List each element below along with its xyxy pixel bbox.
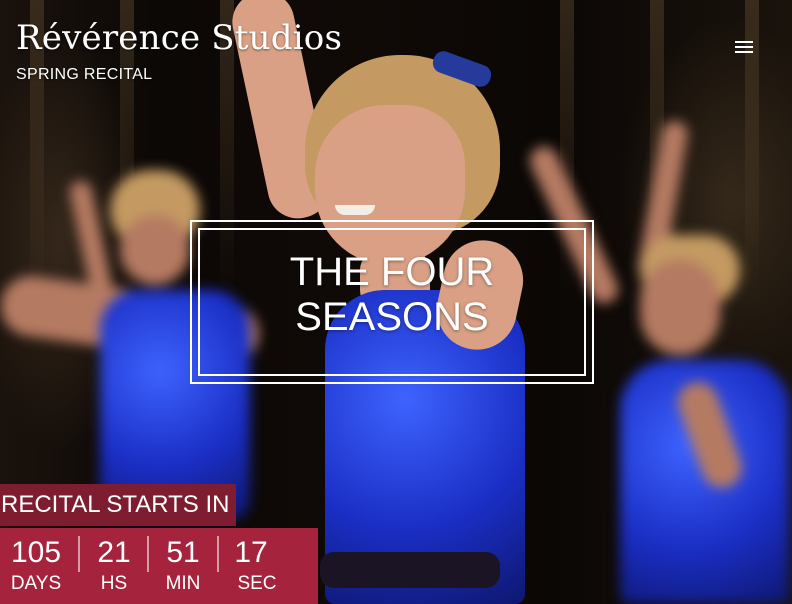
brand-logo-title[interactable]: Révérence Studios	[16, 18, 342, 58]
page-subtitle: SPRING RECITAL	[16, 66, 153, 83]
countdown-timer: 105 DAYS 21 HS 51 MIN 17 SEC	[0, 528, 318, 604]
countdown-seconds: 17 SEC	[220, 528, 288, 604]
countdown-hours-label: HS	[100, 573, 128, 594]
countdown-days-label: DAYS	[10, 573, 62, 594]
countdown-days-value: 105	[10, 536, 62, 569]
countdown-divider	[78, 536, 80, 572]
countdown-hours-value: 21	[97, 536, 131, 569]
countdown-seconds-label: SEC	[237, 573, 277, 594]
countdown-minutes-value: 51	[166, 536, 200, 569]
countdown-days: 105 DAYS	[2, 528, 70, 604]
countdown-seconds-value: 17	[234, 536, 268, 569]
hero-title-line-1: THE FOUR	[289, 250, 495, 294]
countdown-divider	[147, 536, 149, 572]
menu-button[interactable]	[728, 34, 760, 60]
countdown-hours: 21 HS	[82, 528, 146, 604]
hero-title: THE FOUR SEASONS	[198, 250, 586, 340]
countdown-minutes: 51 MIN	[150, 528, 216, 604]
hero-title-line-2: SEASONS	[295, 295, 489, 339]
countdown-label: RECITAL STARTS IN	[0, 484, 236, 526]
countdown-minutes-label: MIN	[165, 573, 201, 594]
